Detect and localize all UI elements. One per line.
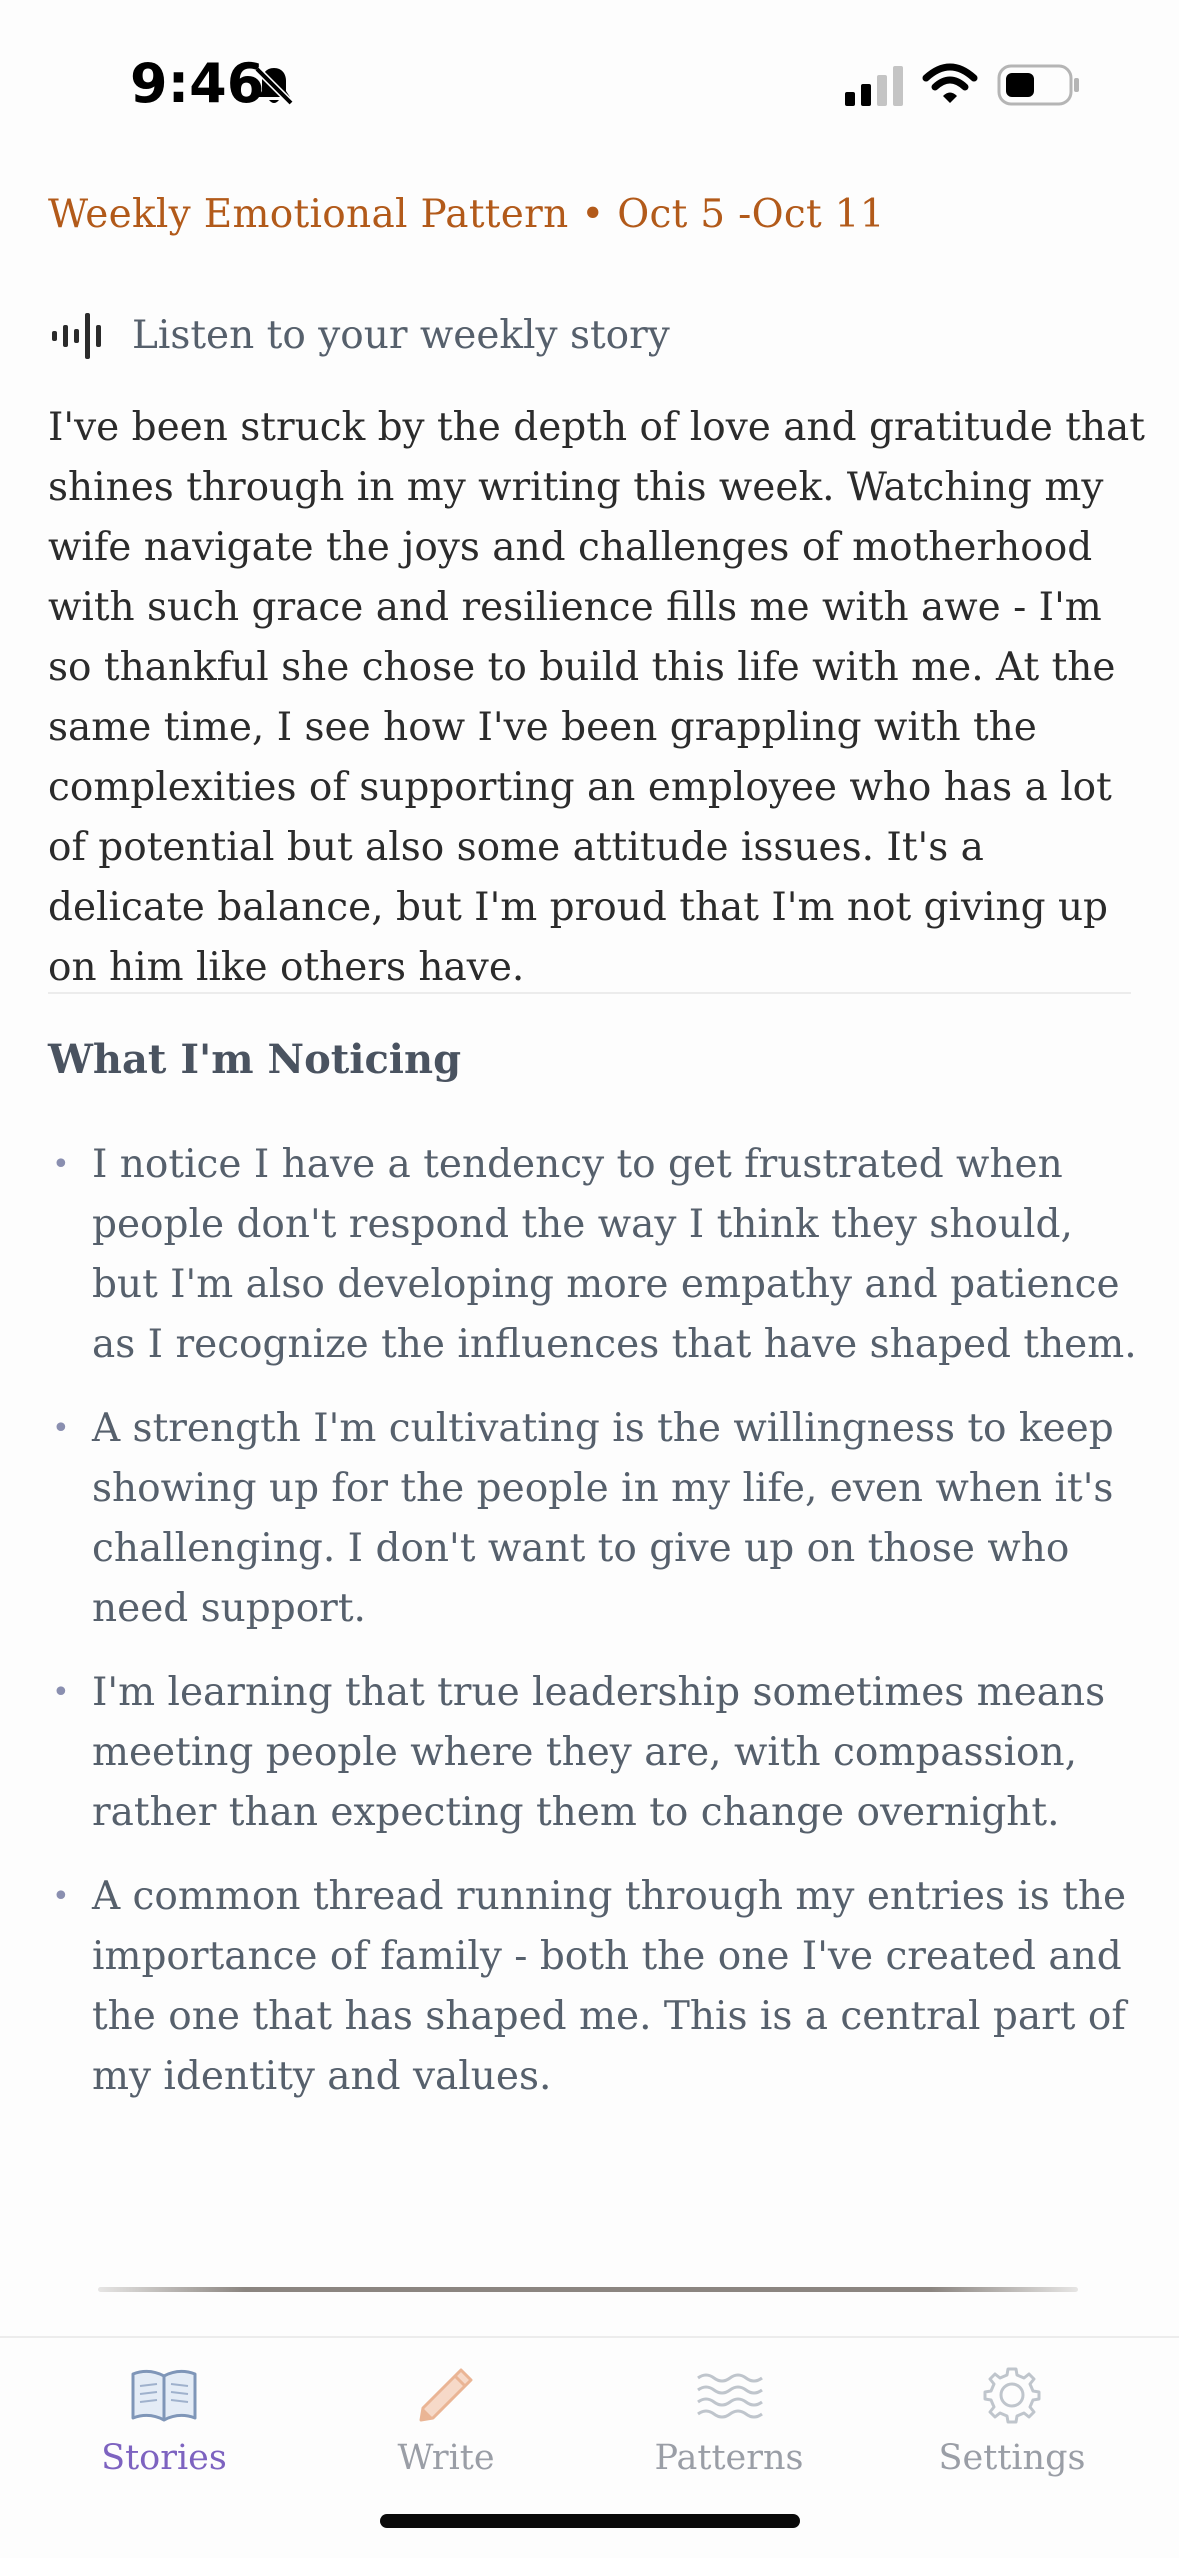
status-bar: 9:46: [0, 0, 1179, 170]
gear-icon: [983, 2367, 1041, 2424]
listen-weekly-story-button[interactable]: Listen to your weekly story: [48, 300, 670, 370]
noticing-item: • I'm learning that true leadership some…: [48, 1663, 1148, 1843]
bullet-icon: •: [52, 1675, 70, 1710]
noticing-item-text: A common thread running through my entri…: [92, 1874, 1127, 2099]
audio-waveform-icon: [52, 313, 101, 359]
tab-stories[interactable]: Stories: [54, 2366, 274, 2478]
noticing-section-title: What I'm Noticing: [48, 1036, 462, 1083]
bullet-icon: •: [52, 1879, 70, 1914]
tab-write-label: Write: [397, 2438, 495, 2478]
bullet-icon: •: [52, 1147, 70, 1182]
bullet-icon: •: [52, 1411, 70, 1446]
open-book-icon: [131, 2369, 197, 2422]
noticing-item: • A strength I'm cultivating is the will…: [48, 1399, 1148, 1639]
bell-slash-icon: [254, 66, 294, 106]
noticing-list: • I notice I have a tendency to get frus…: [48, 1135, 1148, 2131]
noticing-item: • A common thread running through my ent…: [48, 1867, 1148, 2107]
battery-icon: [997, 64, 1079, 106]
tab-write[interactable]: Write: [336, 2366, 556, 2478]
noticing-item-text: A strength I'm cultivating is the willin…: [92, 1406, 1114, 1631]
home-indicator[interactable]: [380, 2514, 800, 2528]
page-title: Weekly Emotional Pattern • Oct 5 -Oct 11: [48, 192, 885, 237]
signal-icon: [845, 66, 903, 106]
tab-patterns-label: Patterns: [654, 2438, 804, 2478]
tab-settings-label: Settings: [938, 2438, 1086, 2478]
section-divider: [48, 992, 1131, 994]
waves-icon: [697, 2373, 763, 2419]
noticing-item: • I notice I have a tendency to get frus…: [48, 1135, 1148, 1375]
noticing-item-text: I notice I have a tendency to get frustr…: [92, 1142, 1137, 1367]
content-fade-divider: [98, 2287, 1078, 2292]
tab-stories-label: Stories: [101, 2438, 227, 2478]
pencil-icon: [419, 2368, 473, 2422]
tab-patterns[interactable]: Patterns: [619, 2366, 839, 2478]
weekly-story-text: I've been struck by the depth of love an…: [48, 405, 1145, 990]
listen-label: Listen to your weekly story: [132, 312, 670, 358]
status-time: 9:46: [130, 52, 265, 115]
tab-settings[interactable]: Settings: [902, 2366, 1122, 2478]
noticing-item-text: I'm learning that true leadership someti…: [92, 1670, 1106, 1835]
wifi-icon: [922, 63, 978, 103]
